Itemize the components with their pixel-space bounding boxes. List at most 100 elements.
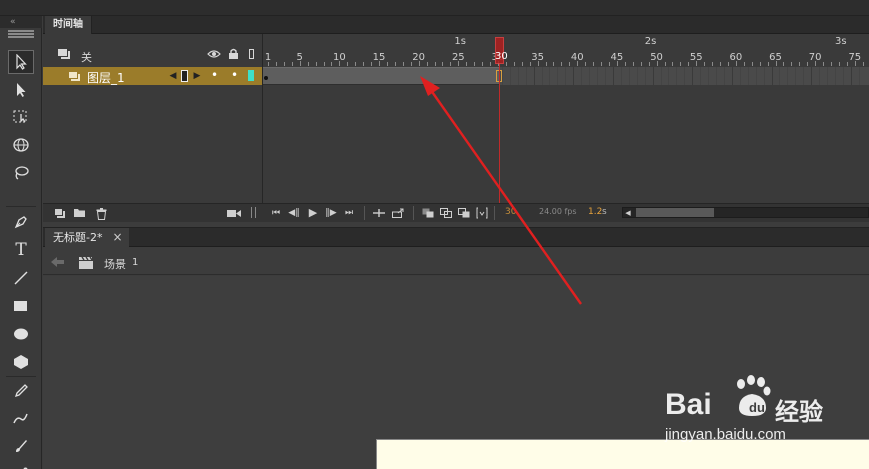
text-tool-icon[interactable]: T [8, 238, 34, 262]
ruler-tick [490, 62, 492, 66]
line-tool-icon[interactable] [8, 266, 34, 290]
frame-rate-readout[interactable]: 24.00 fps [539, 207, 577, 216]
scene-label[interactable]: 场景 [104, 256, 126, 272]
last-frame-icon[interactable]: ⏭ [343, 207, 355, 218]
layer-lock-dot[interactable]: • [231, 68, 238, 82]
edit-multiple-frames-icon[interactable] [457, 207, 470, 218]
elapsed-time-readout[interactable]: 1.2 [588, 207, 602, 217]
delete-layer-icon[interactable] [94, 207, 108, 220]
layer-outline-icon[interactable] [56, 47, 72, 61]
camera-icon[interactable] [226, 207, 242, 219]
frame-cell-divider [533, 67, 535, 85]
ruler-tick [767, 62, 769, 66]
ruler-tick [537, 61, 539, 66]
playhead-frame-number: 30 [495, 51, 508, 62]
loop-icon[interactable] [372, 207, 385, 218]
back-arrow-icon[interactable] [50, 256, 64, 268]
scrollbar-thumb[interactable] [636, 208, 714, 217]
next-keyframe-icon[interactable]: ▶ [192, 70, 202, 82]
keyframe-dot[interactable] [264, 76, 268, 80]
lock-icon[interactable] [227, 47, 239, 60]
pen-tool-icon[interactable] [8, 210, 34, 234]
scene-number[interactable]: 1 [132, 257, 138, 268]
ruler-tick [418, 61, 420, 66]
layer-outline-color[interactable] [248, 70, 254, 81]
frame-cell-divider [620, 67, 622, 85]
step-forward-icon[interactable]: ‖▶ [325, 207, 337, 218]
outline-toggle-icon[interactable] [249, 49, 254, 59]
polystar-tool-icon[interactable] [8, 350, 34, 374]
selection-tool-icon[interactable] [8, 50, 34, 74]
new-folder-icon[interactable] [72, 207, 86, 219]
modify-onion-markers-icon[interactable] [475, 206, 489, 219]
ruler-tick [688, 62, 690, 66]
tab-timeline[interactable]: 时间轴 [45, 16, 92, 34]
paint-brush-tool-icon[interactable] [8, 406, 34, 430]
ruler-tick [704, 62, 706, 66]
ruler-tick [823, 62, 825, 66]
ruler-tick [624, 62, 626, 66]
oval-tool-icon[interactable] [8, 322, 34, 346]
bone-tool-icon[interactable] [8, 462, 34, 469]
ruler-tick [283, 62, 285, 66]
frame-cell-divider [731, 67, 733, 85]
first-frame-icon[interactable]: ⏮ [270, 207, 282, 218]
close-tab-icon[interactable]: × [112, 228, 122, 247]
toolbar-separator [6, 206, 36, 207]
tab-document[interactable]: 无标题-2* × [45, 228, 129, 247]
lasso-tool-icon[interactable] [8, 161, 34, 185]
layers-header-label: 关 [81, 51, 92, 64]
center-frame-icon[interactable] [391, 207, 405, 219]
current-frame-readout[interactable]: 30 [505, 207, 516, 217]
ruler-tick [585, 62, 587, 66]
new-layer-icon[interactable] [53, 207, 67, 219]
ruler-tick [727, 62, 729, 66]
brush-tool-icon[interactable] [8, 434, 34, 458]
ruler-tick [616, 61, 618, 66]
ruler-tick [846, 62, 848, 66]
frame-cell-divider [787, 67, 789, 85]
toolbar-grip-icon[interactable] [8, 30, 34, 38]
subselection-tool-icon[interactable] [8, 78, 34, 102]
scene-clapper-icon [77, 255, 94, 269]
ruler-tick [275, 62, 277, 66]
prev-keyframe-icon[interactable]: ◀ [168, 70, 178, 82]
free-transform-tool-icon[interactable] [8, 105, 34, 129]
scroll-left-icon[interactable]: ◀ [624, 208, 632, 217]
ruler-tick [355, 62, 357, 66]
frame-cell-divider [644, 67, 646, 85]
collapse-panel-icon[interactable]: « [0, 16, 42, 28]
play-icon[interactable]: ▶ [307, 206, 319, 219]
ruler-tick [799, 62, 801, 66]
watermark-brand-right: 经验 [775, 398, 823, 426]
frame-cell-divider [612, 67, 614, 85]
ruler-tick [505, 62, 507, 66]
panel-resize-grip[interactable] [251, 207, 256, 218]
frame-cell-divider [684, 67, 686, 85]
onion-skin-outlines-icon[interactable] [439, 207, 452, 218]
toolbar-separator [6, 376, 36, 377]
pencil-tool-icon[interactable] [8, 379, 34, 403]
frame-cell-divider [676, 67, 678, 85]
layer-name[interactable]: 图层_1 [87, 69, 125, 86]
eye-icon[interactable] [207, 48, 221, 60]
keyframe-toggle-icon[interactable] [181, 70, 188, 82]
elapsed-time-unit: s [602, 207, 607, 217]
step-back-icon[interactable]: ◀‖ [288, 207, 300, 218]
ruler-tick [402, 62, 404, 66]
frame-cell-divider [525, 67, 527, 85]
ruler-tick [553, 62, 555, 66]
ruler-tick [672, 62, 674, 66]
3d-rotation-tool-icon[interactable] [8, 133, 34, 157]
filled-frames-span[interactable] [263, 67, 499, 85]
frame-cell-divider [628, 67, 630, 85]
ruler-tick [339, 61, 341, 66]
layer-visible-dot[interactable]: • [211, 68, 218, 82]
frame-cell-divider [795, 67, 797, 85]
onion-skin-icon[interactable] [421, 207, 434, 218]
timeline-divider[interactable] [262, 34, 263, 221]
ruler-tick [371, 62, 373, 66]
ruler-tick [783, 62, 785, 66]
rectangle-tool-icon[interactable] [8, 294, 34, 318]
frame-cell-divider [747, 67, 749, 85]
